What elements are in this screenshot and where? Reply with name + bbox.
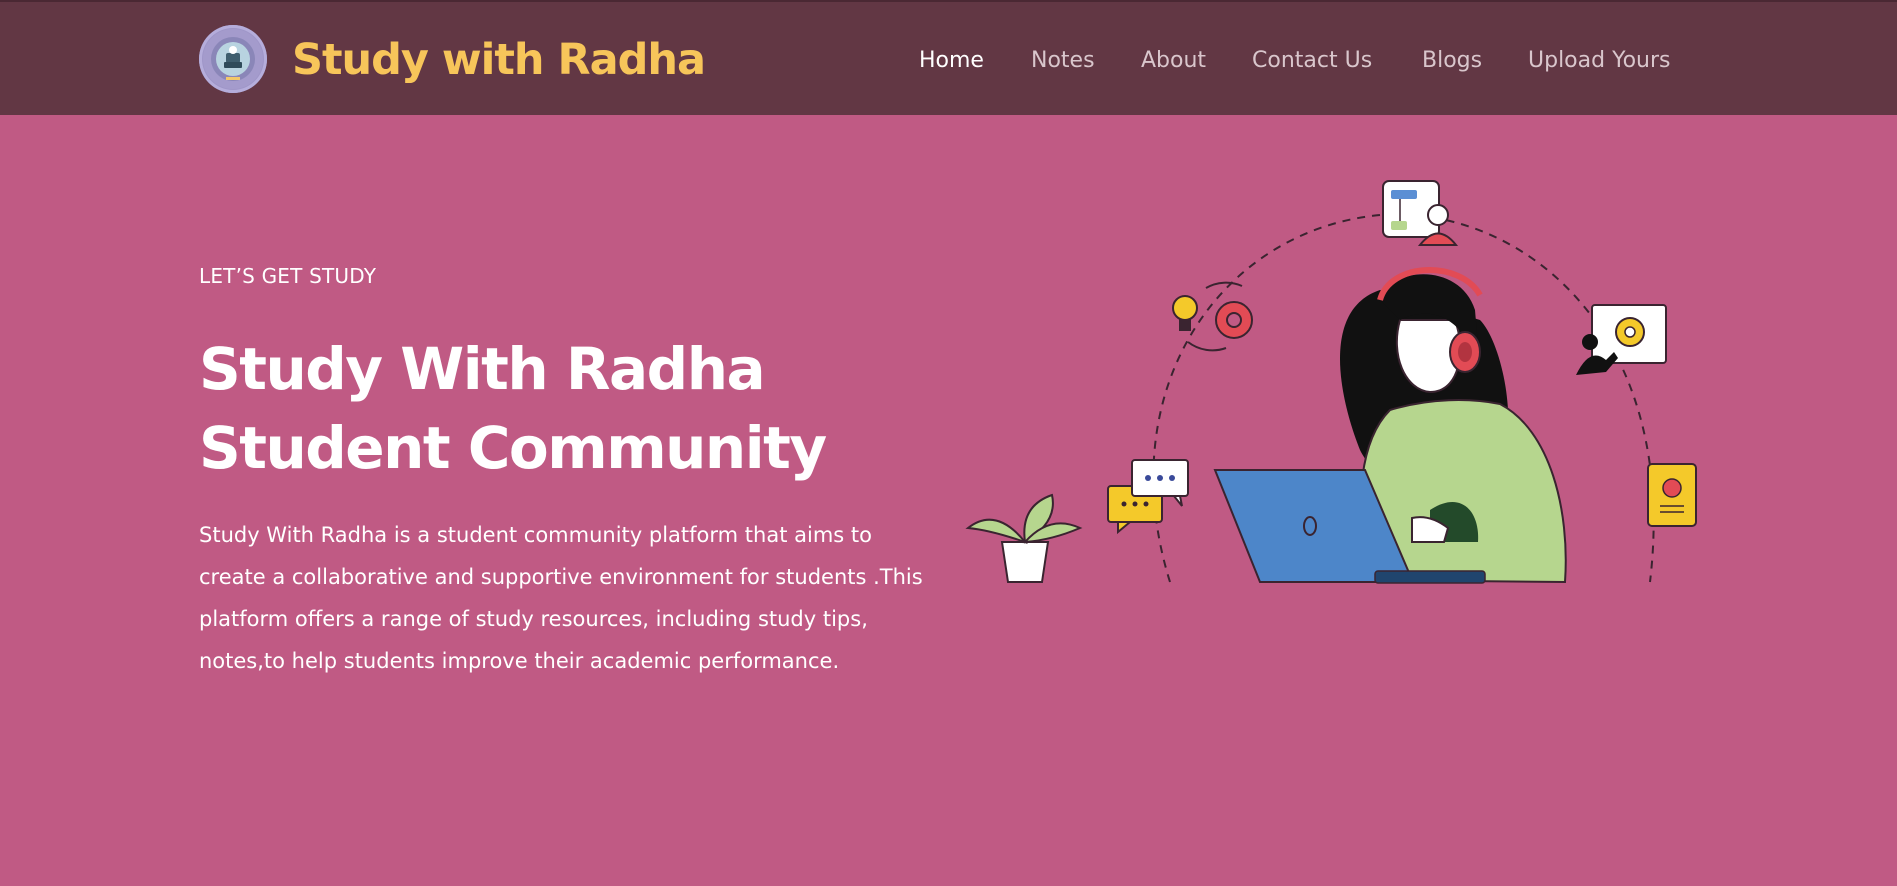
hero-title-line-1: Study With Radha (199, 335, 766, 403)
nav-blogs[interactable]: Blogs (1422, 47, 1482, 75)
hero-eyebrow: LET’S GET STUDY (199, 264, 377, 288)
brand-title[interactable]: Study with Radha (292, 35, 706, 85)
lightbulb-icon (1172, 295, 1198, 331)
logo-icon (203, 29, 263, 89)
nav-notes[interactable]: Notes (1031, 47, 1095, 75)
flowchart-presenter-icon (1382, 180, 1459, 246)
site-header: Study with Radha Home Notes About Contac… (0, 0, 1897, 115)
nav-home[interactable]: Home (919, 47, 984, 75)
notebook-icon (1647, 463, 1697, 527)
chat-bubbles-icon (1107, 459, 1189, 535)
gear-icon (1187, 281, 1253, 352)
potted-plant-icon (965, 493, 1083, 583)
hero-description: Study With Radha is a student community … (199, 523, 923, 673)
nav-upload-yours[interactable]: Upload Yours (1528, 47, 1671, 75)
hero-illustration (965, 180, 1697, 584)
nav-contact-us[interactable]: Contact Us (1252, 47, 1372, 75)
hero-title: Study With Radha Student Community (199, 330, 827, 488)
hero-title-line-2: Student Community (199, 414, 827, 482)
logo-badge[interactable] (199, 25, 267, 93)
nav-about[interactable]: About (1141, 47, 1206, 75)
teacher-board-icon (1576, 304, 1667, 375)
